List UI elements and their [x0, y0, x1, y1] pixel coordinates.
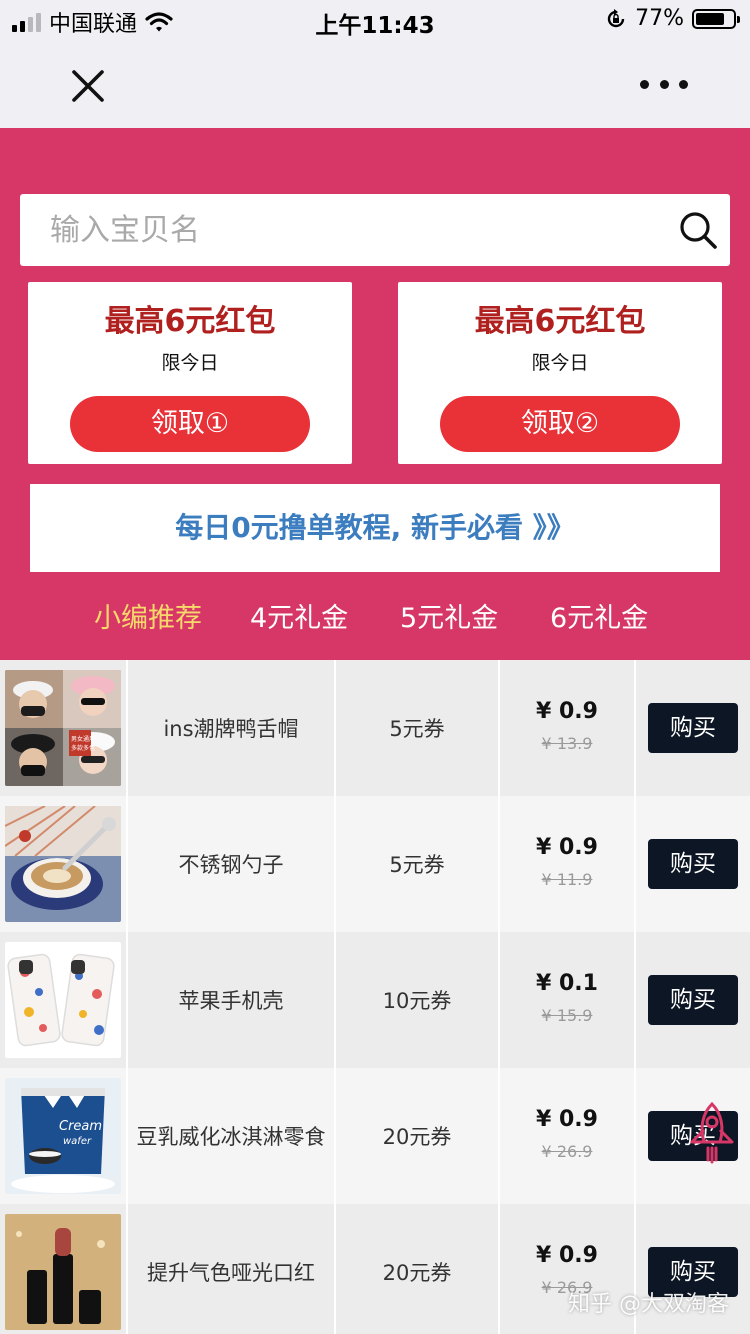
product-price: ¥ 0.9 — [536, 1107, 598, 1132]
product-name: 苹果手机壳 — [128, 932, 336, 1068]
product-image-caps: 男女通用 多款多色 — [5, 670, 121, 786]
product-name: ins潮牌鸭舌帽 — [128, 660, 336, 796]
svg-text:wafer: wafer — [63, 1136, 92, 1147]
buy-cell: 购买 — [636, 932, 750, 1068]
tutorial-banner[interactable]: 每日0元撸单教程, 新手必看 》》 — [30, 484, 720, 572]
buy-cell: 购买 — [636, 796, 750, 932]
coupon-subtitle: 限今日 — [161, 352, 219, 374]
claim-button-1[interactable]: 领取① — [70, 396, 310, 452]
product-list: 男女通用 多款多色 ins潮牌鸭舌帽 5元券 ¥ 0.9 ¥ 13.9 购买 不… — [0, 660, 750, 1334]
tab-6-yuan-gift[interactable]: 6元礼金 — [550, 596, 648, 635]
product-image-cell — [0, 932, 128, 1068]
tab-4-yuan-gift[interactable]: 4元礼金 — [250, 596, 348, 635]
buy-cell: 购买 — [636, 660, 750, 796]
search-input[interactable] — [50, 194, 650, 266]
category-tabs: 小编推荐 4元礼金 5元礼金 6元礼金 — [0, 596, 750, 642]
search-icon[interactable] — [676, 208, 720, 252]
product-coupon: 20元券 — [336, 1068, 500, 1204]
svg-text:男女通用: 男女通用 — [71, 735, 95, 743]
battery-level — [696, 12, 724, 25]
list-item[interactable]: Cream wafer 豆乳威化冰淇淋零食 20元券 ¥ 0.9 ¥ 26.9 … — [0, 1068, 750, 1204]
product-image-spoon — [5, 806, 121, 922]
product-coupon: 5元券 — [336, 796, 500, 932]
search-bar — [20, 194, 730, 266]
product-name: 豆乳威化冰淇淋零食 — [128, 1068, 336, 1204]
product-original-price: ¥ 11.9 — [541, 870, 593, 889]
product-original-price: ¥ 15.9 — [541, 1006, 593, 1025]
battery-icon — [692, 8, 740, 29]
product-name: 不锈钢勺子 — [128, 796, 336, 932]
tab-editor-picks[interactable]: 小编推荐 — [94, 596, 202, 635]
rocket-icon[interactable] — [684, 1100, 740, 1164]
nav-bar — [0, 40, 750, 128]
product-image-cell — [0, 796, 128, 932]
product-price: ¥ 0.1 — [536, 971, 598, 996]
hero-section: 最高6元红包 限今日 领取① 最高6元红包 限今日 领取② 每日0元撸单教程, … — [0, 128, 750, 660]
product-price: ¥ 0.9 — [536, 1243, 598, 1268]
buy-button[interactable]: 购买 — [648, 975, 738, 1025]
product-price-cell: ¥ 0.1 ¥ 15.9 — [500, 932, 636, 1068]
close-icon[interactable] — [64, 62, 112, 110]
battery-percent: 77% — [635, 6, 684, 31]
product-name: 提升气色哑光口红 — [128, 1204, 336, 1334]
status-right: 77% — [605, 6, 740, 31]
product-coupon: 5元券 — [336, 660, 500, 796]
buy-button[interactable]: 购买 — [648, 703, 738, 753]
product-coupon: 10元券 — [336, 932, 500, 1068]
product-image-cell — [0, 1204, 128, 1334]
product-price: ¥ 0.9 — [536, 699, 598, 724]
orientation-lock-icon — [607, 8, 625, 27]
coupon-title: 最高6元红包 — [474, 304, 646, 339]
product-image-phone-case — [5, 942, 121, 1058]
product-image-cell: Cream wafer — [0, 1068, 128, 1204]
list-item[interactable]: 不锈钢勺子 5元券 ¥ 0.9 ¥ 11.9 购买 — [0, 796, 750, 932]
list-item[interactable]: 苹果手机壳 10元券 ¥ 0.1 ¥ 15.9 购买 — [0, 932, 750, 1068]
product-image-cell: 男女通用 多款多色 — [0, 660, 128, 796]
product-image-lipstick — [5, 1214, 121, 1330]
svg-text:Cream: Cream — [59, 1119, 102, 1134]
product-image-snack: Cream wafer — [5, 1078, 121, 1194]
product-price-cell: ¥ 0.9 ¥ 13.9 — [500, 660, 636, 796]
list-item[interactable]: 男女通用 多款多色 ins潮牌鸭舌帽 5元券 ¥ 0.9 ¥ 13.9 购买 — [0, 660, 750, 796]
svg-text:多款多色: 多款多色 — [71, 744, 95, 752]
buy-button[interactable]: 购买 — [648, 839, 738, 889]
product-original-price: ¥ 13.9 — [541, 734, 593, 753]
watermark: 知乎 @大双淘客 — [568, 1292, 729, 1317]
tab-5-yuan-gift[interactable]: 5元礼金 — [400, 596, 498, 635]
more-dots-icon[interactable] — [640, 70, 688, 98]
product-coupon: 20元券 — [336, 1204, 500, 1334]
status-bar: 中国联通 上午11:43 77% — [0, 0, 750, 40]
product-price-cell: ¥ 0.9 ¥ 11.9 — [500, 796, 636, 932]
coupon-title: 最高6元红包 — [104, 304, 276, 339]
coupon-card-1: 最高6元红包 限今日 领取① — [28, 282, 352, 464]
product-price-cell: ¥ 0.9 ¥ 26.9 — [500, 1068, 636, 1204]
coupon-card-2: 最高6元红包 限今日 领取② — [398, 282, 722, 464]
claim-button-2[interactable]: 领取② — [440, 396, 680, 452]
product-original-price: ¥ 26.9 — [541, 1142, 593, 1161]
product-price: ¥ 0.9 — [536, 835, 598, 860]
coupon-subtitle: 限今日 — [531, 352, 589, 374]
